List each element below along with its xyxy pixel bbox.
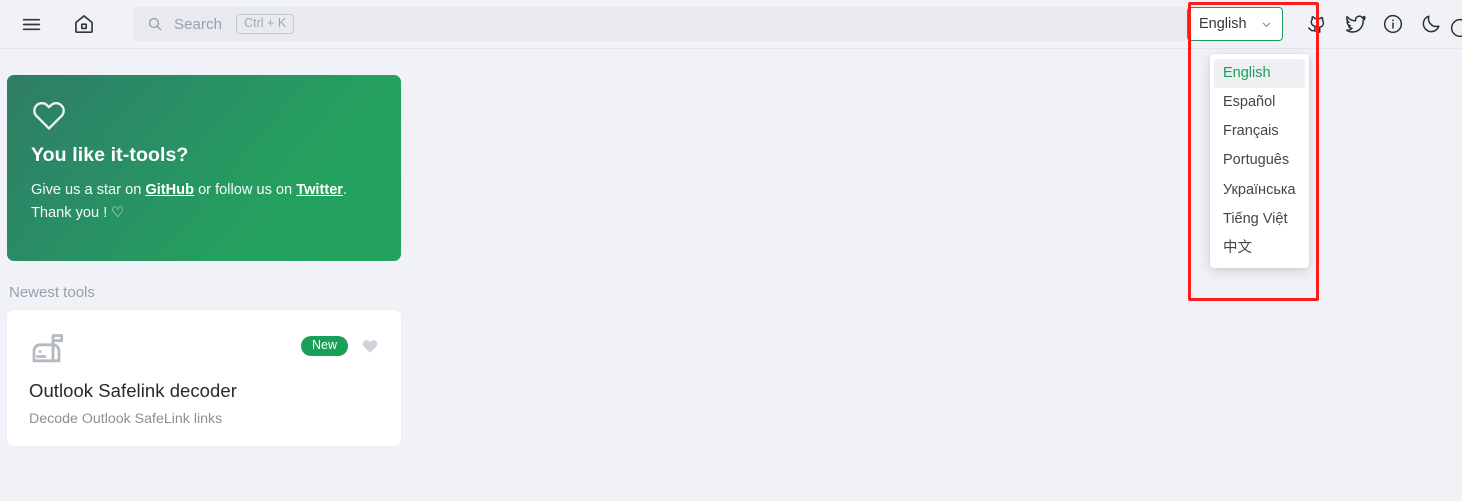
status-badge-new[interactable]: New <box>300 336 348 356</box>
section-title-newest-tools: Newest tools <box>9 284 95 301</box>
language-select-button[interactable]: English <box>1187 7 1283 41</box>
promo-text-before: Give us a star on <box>31 182 146 198</box>
header-actions: English <box>1187 0 1462 48</box>
search-shortcut-badge: Ctrl + K <box>236 14 295 34</box>
heart-outline-icon <box>31 97 377 138</box>
promo-text-between: or follow us on <box>194 182 297 198</box>
mailbox-icon <box>29 330 69 375</box>
github-icon[interactable] <box>1300 7 1334 41</box>
search-input[interactable]: Search Ctrl + K <box>133 7 1187 41</box>
home-icon[interactable] <box>67 7 101 41</box>
promo-title: You like it-tools? <box>31 144 189 166</box>
tool-card-description: Decode Outlook SafeLink links <box>29 411 223 427</box>
tool-card-badges: New <box>300 330 379 356</box>
promo-card: You like it-tools? Give us a star on Git… <box>7 75 401 261</box>
overflow-edge-icon[interactable] <box>1449 17 1462 39</box>
tool-card-header: New <box>29 330 379 372</box>
language-option-francais[interactable]: Français <box>1214 117 1305 146</box>
language-option-espanol[interactable]: Español <box>1214 88 1305 117</box>
promo-description: Give us a star on GitHub or follow us on… <box>31 179 377 226</box>
moon-icon[interactable] <box>1414 7 1448 41</box>
github-link[interactable]: GitHub <box>145 182 194 198</box>
promo-thanks: Thank you ! ♡ <box>31 205 125 222</box>
tool-card-title: Outlook Safelink decoder <box>29 380 237 401</box>
language-select-value: English <box>1199 16 1247 32</box>
heart-filled-icon[interactable] <box>361 337 379 355</box>
language-option-ukrainska[interactable]: Українська <box>1214 176 1305 205</box>
language-option-portugues[interactable]: Português <box>1214 146 1305 175</box>
language-option-english[interactable]: English <box>1214 59 1305 89</box>
twitter-link[interactable]: Twitter <box>296 182 343 198</box>
chevron-down-icon <box>1260 18 1273 31</box>
language-option-chinese[interactable]: 中文 <box>1214 234 1305 263</box>
search-icon <box>147 16 163 32</box>
search-placeholder: Search <box>174 15 223 33</box>
twitter-icon[interactable] <box>1338 7 1372 41</box>
hamburger-menu-icon[interactable] <box>14 7 48 41</box>
info-icon[interactable] <box>1376 7 1410 41</box>
app-header: Search Ctrl + K English <box>0 0 1462 49</box>
tool-card-outlook-safelink-decoder[interactable]: New Outlook Safelink decoder Decode Outl… <box>7 310 401 446</box>
language-option-tieng-viet[interactable]: Tiếng Việt <box>1214 205 1305 234</box>
promo-text-after: . <box>343 182 348 198</box>
language-dropdown-menu[interactable]: English Español Français Português Украї… <box>1210 54 1309 268</box>
